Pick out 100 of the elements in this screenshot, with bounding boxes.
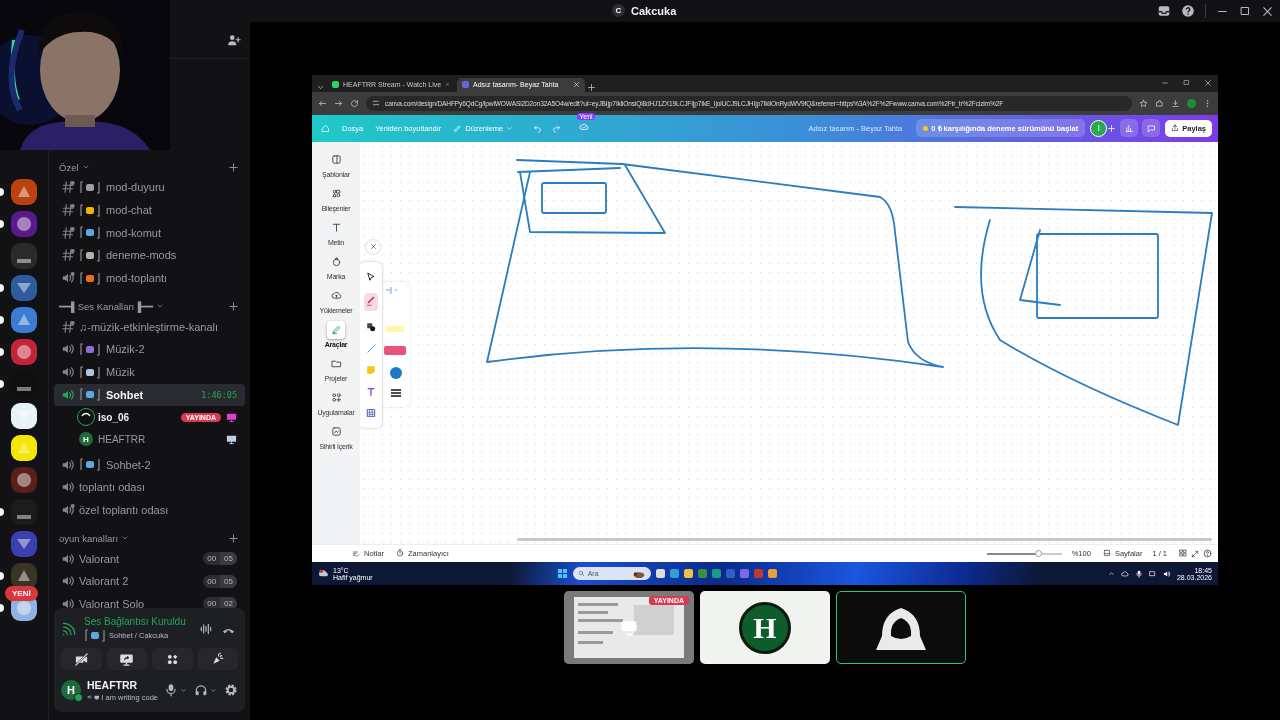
help-icon[interactable] [1203, 549, 1212, 559]
microphone-icon[interactable] [164, 683, 178, 697]
server-icon[interactable] [11, 563, 37, 589]
close-icon[interactable] [1204, 79, 1212, 88]
channel-item[interactable]: Müzik-2 [54, 338, 245, 361]
chevron-up-icon[interactable] [1107, 570, 1115, 577]
server-icon[interactable] [11, 403, 37, 429]
camera-button[interactable] [61, 648, 102, 670]
soundboard-button[interactable] [197, 648, 238, 670]
activity-icon [226, 411, 237, 423]
server-icon[interactable] [11, 179, 37, 205]
notes-icon [352, 549, 360, 558]
comment-button[interactable] [1142, 119, 1161, 138]
profile-avatar[interactable] [1187, 98, 1196, 108]
cloud-icon[interactable] [1120, 569, 1129, 578]
help-icon[interactable] [1181, 4, 1195, 18]
server-icon[interactable] [11, 275, 37, 301]
channel-item[interactable]: mod-toplantı [54, 266, 245, 290]
magic-icon [330, 426, 342, 438]
channel-item[interactable]: Sohbet 1:46:05 [54, 383, 245, 407]
server-icon[interactable] [11, 531, 37, 557]
add-channel-icon[interactable] [228, 161, 239, 173]
channel-item[interactable]: Valorant 00 05 [54, 547, 245, 570]
member-name[interactable]: iso_06 [98, 411, 130, 423]
back-icon[interactable] [318, 98, 327, 108]
caret-icon[interactable] [210, 686, 217, 694]
zoom-thumb[interactable] [1034, 549, 1042, 557]
forward-icon[interactable] [334, 98, 343, 108]
screen-share-button[interactable] [106, 648, 147, 670]
extensions-icon[interactable] [1155, 98, 1164, 108]
user-name: HEAFTRR [87, 678, 139, 691]
maximize-icon[interactable] [1239, 5, 1251, 17]
settings-icon[interactable] [224, 683, 238, 697]
channel-item[interactable]: Sohbet-2 [54, 453, 245, 476]
chart-icon [1124, 123, 1134, 133]
inbox-icon[interactable] [1157, 4, 1171, 18]
user-avatar[interactable]: H [61, 680, 81, 700]
category-title[interactable]: ━━▌Ses Kanalları▐━━ [59, 300, 153, 312]
user-avatar: H [79, 432, 93, 447]
speaker-icon [61, 480, 75, 495]
speaker-icon [61, 457, 75, 472]
pencil-icon [453, 123, 463, 133]
speaker-icon [61, 387, 75, 402]
channel-item[interactable]: Müzik [54, 360, 245, 384]
close-icon[interactable] [1261, 4, 1274, 18]
activities-button[interactable] [152, 648, 193, 670]
table-icon[interactable] [365, 408, 376, 419]
participant-tile[interactable] [836, 591, 966, 664]
caret-icon[interactable] [180, 686, 187, 694]
weather-icon [318, 568, 329, 579]
channel-item[interactable]: ♫-müzik-etkinleştirme-kanalı [54, 315, 245, 339]
channel-item[interactable]: deneme-mods [54, 244, 245, 267]
category-title[interactable]: Özel [59, 161, 79, 173]
server-icon[interactable] [11, 339, 37, 365]
zoom-slider[interactable] [986, 552, 1062, 555]
grid-icon[interactable] [1179, 548, 1187, 557]
speaker-icon [61, 342, 75, 357]
maximize-icon[interactable] [1183, 79, 1190, 87]
speaker-icon [61, 574, 75, 589]
start-icon[interactable] [556, 568, 568, 579]
member-name[interactable]: HEAFTRR [98, 433, 146, 445]
bookmark-icon[interactable] [1139, 98, 1148, 108]
server-icon[interactable] [11, 307, 37, 333]
channel-item[interactable]: mod-chat [54, 198, 245, 222]
channel-item[interactable]: Valorant 2 00 05 [54, 569, 245, 593]
category-title[interactable]: oyun kanalları [59, 532, 119, 544]
text-icon[interactable] [365, 386, 376, 397]
signal-icon [61, 621, 76, 637]
network-icon[interactable] [1148, 569, 1157, 578]
channel-item[interactable]: özel toplantı odası [54, 498, 245, 522]
fullscreen-icon[interactable] [1191, 549, 1199, 558]
add-channel-icon[interactable] [228, 300, 239, 312]
scrollbar[interactable] [517, 538, 1212, 542]
server-icon[interactable] [11, 211, 37, 237]
microphone-icon[interactable] [1134, 569, 1143, 578]
line-icon[interactable] [365, 343, 376, 354]
new-tab-icon[interactable] [587, 82, 596, 92]
reload-icon[interactable] [350, 98, 359, 108]
call-timer: 1:46:05 [201, 389, 237, 400]
speaker-icon [61, 551, 75, 566]
channel-item[interactable]: mod-komut [54, 221, 245, 245]
shapes-icon[interactable] [365, 322, 376, 333]
participant-tile[interactable]: H [700, 591, 830, 664]
headphones-icon[interactable] [194, 683, 208, 697]
channel-item[interactable]: toplantı odası [54, 475, 245, 499]
add-friend-icon[interactable] [227, 33, 241, 47]
add-icon[interactable] [1107, 123, 1117, 133]
share-icon [1171, 124, 1180, 133]
apps-icon [165, 652, 179, 666]
select-icon[interactable] [365, 271, 376, 282]
download-icon[interactable] [1171, 98, 1180, 108]
user-limit-counter: 00 05 [203, 552, 237, 566]
server-icon[interactable] [11, 435, 37, 461]
comment-icon [1146, 123, 1156, 133]
channel-item[interactable]: mod-duyuru [54, 176, 245, 199]
add-channel-icon[interactable] [228, 532, 239, 544]
cloud-check-icon[interactable] [579, 122, 590, 133]
volume-icon[interactable] [1162, 569, 1171, 578]
insights-button[interactable] [1120, 119, 1139, 138]
noise-icon[interactable] [199, 621, 213, 636]
